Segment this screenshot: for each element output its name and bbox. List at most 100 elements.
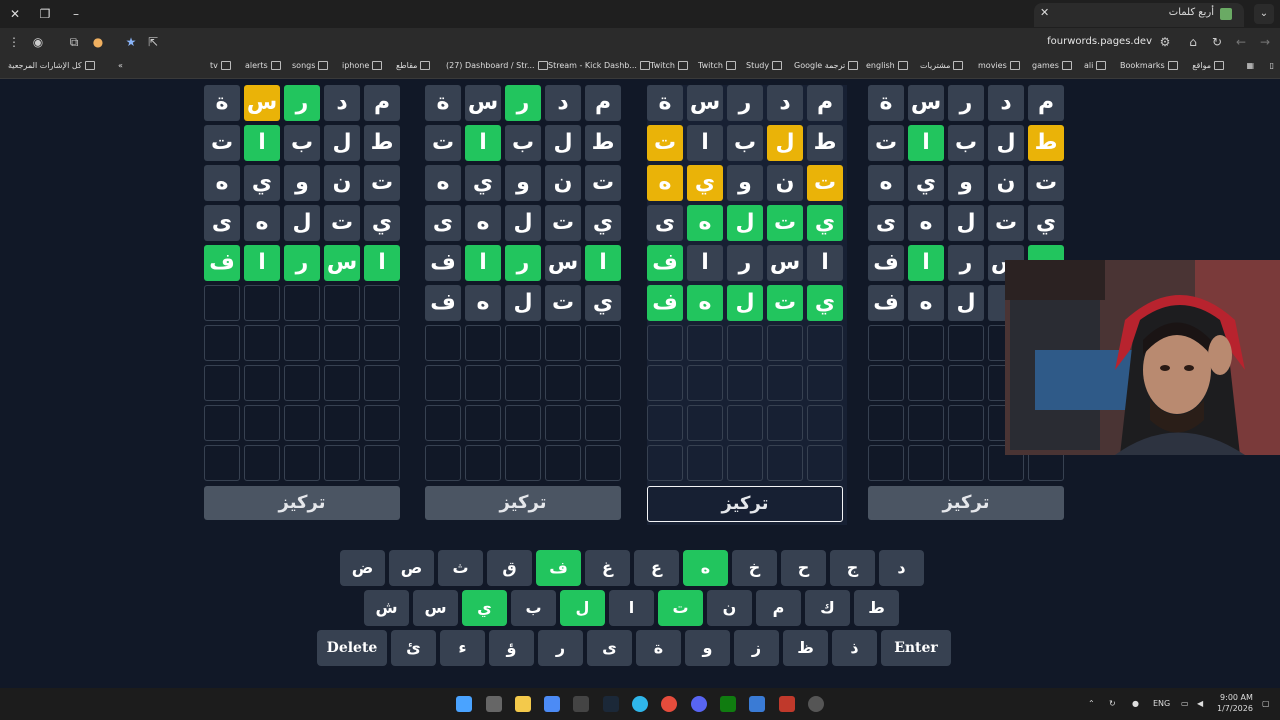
letter-key[interactable]: ا	[609, 590, 654, 626]
letter-key[interactable]: ض	[340, 550, 385, 586]
bookmark-item[interactable]: games	[1032, 61, 1072, 70]
file-explorer-icon[interactable]	[515, 696, 531, 712]
letter-key[interactable]: ة	[636, 630, 681, 666]
bookmark-item[interactable]: tv	[210, 61, 231, 70]
terminal-icon[interactable]	[573, 696, 589, 712]
more-bookmarks-icon[interactable]: «	[118, 61, 123, 70]
notifications-icon[interactable]: ▢	[1262, 699, 1270, 708]
letter-key[interactable]: د	[879, 550, 924, 586]
bookmark-item[interactable]: ali	[1084, 61, 1107, 70]
bookmark-item[interactable]: iphone	[342, 61, 383, 70]
bookmark-item[interactable]: Google ترجمة	[794, 61, 859, 70]
restore-window-icon[interactable]: ❐	[35, 4, 55, 24]
calculator-icon[interactable]	[544, 696, 560, 712]
app-icon[interactable]	[749, 696, 765, 712]
letter-key[interactable]: ل	[560, 590, 605, 626]
edge-icon[interactable]	[632, 696, 648, 712]
letter-key[interactable]: س	[413, 590, 458, 626]
tab-search-icon[interactable]: ⌄	[1254, 4, 1274, 24]
letter-key[interactable]: ث	[438, 550, 483, 586]
letter-key[interactable]: ب	[511, 590, 556, 626]
letter-key[interactable]: ش	[364, 590, 409, 626]
bookmark-item[interactable]: alerts	[245, 61, 281, 70]
letter-key[interactable]: ج	[830, 550, 875, 586]
letter-key[interactable]: ئ	[391, 630, 436, 666]
letter-key[interactable]: و	[685, 630, 730, 666]
bookmark-sites[interactable]: مواقع	[1192, 61, 1224, 70]
letter-key[interactable]: ه	[683, 550, 728, 586]
close-window-icon[interactable]: ✕	[5, 4, 25, 24]
letter-key[interactable]: ز	[734, 630, 779, 666]
letter-key[interactable]: ذ	[832, 630, 877, 666]
all-bookmarks[interactable]: كل الإشارات المرجعية	[8, 61, 95, 70]
letter-key[interactable]: خ	[732, 550, 777, 586]
bookmark-item[interactable]: Study	[746, 61, 783, 70]
letter-key[interactable]: ص	[389, 550, 434, 586]
apps-icon[interactable]: ▦	[1246, 61, 1254, 70]
site-settings-icon[interactable]: ⚙	[1156, 33, 1174, 51]
focus-button-1[interactable]: تركيز	[204, 486, 400, 520]
xbox-icon[interactable]	[720, 696, 736, 712]
letter-key[interactable]: ط	[854, 590, 899, 626]
share-icon[interactable]: ⇱	[144, 33, 162, 51]
letter-key[interactable]: ى	[587, 630, 632, 666]
focus-button-4[interactable]: تركيز	[868, 486, 1064, 520]
language-indicator[interactable]: ENG	[1153, 699, 1170, 708]
reload-icon[interactable]: ↻	[1208, 33, 1226, 51]
steam-icon[interactable]	[603, 696, 619, 712]
focus-button-2[interactable]: تركيز	[425, 486, 621, 520]
bookmark-item[interactable]: Twitch	[698, 61, 736, 70]
task-view-icon[interactable]	[486, 696, 502, 712]
letter-key[interactable]: م	[756, 590, 801, 626]
discord-icon[interactable]	[691, 696, 707, 712]
home-icon[interactable]: ⌂	[1184, 33, 1202, 51]
chrome-icon[interactable]	[661, 696, 677, 712]
volume-icon[interactable]: ◀	[1197, 699, 1203, 708]
letter-key[interactable]: غ	[585, 550, 630, 586]
bookmark-item[interactable]: مقاطع	[396, 61, 431, 70]
letter-key[interactable]: ح	[781, 550, 826, 586]
letter-key[interactable]: ؤ	[489, 630, 534, 666]
bookmark-item[interactable]: Twitch	[650, 61, 688, 70]
profile-icon[interactable]: ◉	[29, 33, 47, 51]
letter-key[interactable]: ف	[536, 550, 581, 586]
mic-icon[interactable]: ●	[1132, 699, 1139, 708]
sidepanel-icon[interactable]: ▯	[1270, 61, 1274, 70]
bookmark-item[interactable]: (27) Dashboard / Str...	[446, 61, 548, 70]
delete-key[interactable]: Delete	[317, 630, 387, 666]
start-icon[interactable]	[456, 696, 472, 712]
extensions-icon[interactable]: ⧉	[65, 33, 83, 51]
letter-key[interactable]: ي	[462, 590, 507, 626]
letter-key[interactable]: ء	[440, 630, 485, 666]
bookmark-item[interactable]: movies	[978, 61, 1020, 70]
settings-icon[interactable]	[808, 696, 824, 712]
forward-icon[interactable]: ←	[1232, 33, 1250, 51]
bookmark-item[interactable]: songs	[292, 61, 329, 70]
letter-key[interactable]: ت	[658, 590, 703, 626]
clock[interactable]: 9:00 AM 1/7/2026	[1217, 692, 1253, 714]
letter-key[interactable]: ن	[707, 590, 752, 626]
back-icon[interactable]: →	[1256, 33, 1274, 51]
sync-icon[interactable]: ↻	[1109, 699, 1116, 708]
menu-icon[interactable]: ⋮	[5, 33, 23, 51]
bookmark-item[interactable]: Bookmarks	[1120, 61, 1178, 70]
url-field[interactable]: fourwords.pages.dev	[1047, 36, 1152, 47]
bookmark-item[interactable]: مشتريات	[920, 61, 964, 70]
minimize-window-icon[interactable]: –	[66, 4, 86, 24]
close-tab-icon[interactable]: ✕	[1040, 6, 1049, 19]
letter-key[interactable]: ظ	[783, 630, 828, 666]
enter-key[interactable]: Enter	[881, 630, 951, 666]
tray-chevron-icon[interactable]: ⌃	[1088, 699, 1095, 708]
letter-key[interactable]: ق	[487, 550, 532, 586]
extension-icon[interactable]: ●	[89, 33, 107, 51]
obs-icon[interactable]	[779, 696, 795, 712]
network-icon[interactable]: ▭	[1181, 699, 1189, 708]
bookmark-item[interactable]: Stream - Kick Dashb...	[548, 61, 650, 70]
letter-key[interactable]: ع	[634, 550, 679, 586]
focus-button-3[interactable]: تركيز	[647, 486, 843, 522]
letter-key[interactable]: ك	[805, 590, 850, 626]
bookmark-item[interactable]: english	[866, 61, 908, 70]
letter-key[interactable]: ر	[538, 630, 583, 666]
bookmark-star-icon[interactable]: ★	[122, 33, 140, 51]
browser-tab[interactable]: أربع كلمات ✕	[1034, 3, 1244, 27]
